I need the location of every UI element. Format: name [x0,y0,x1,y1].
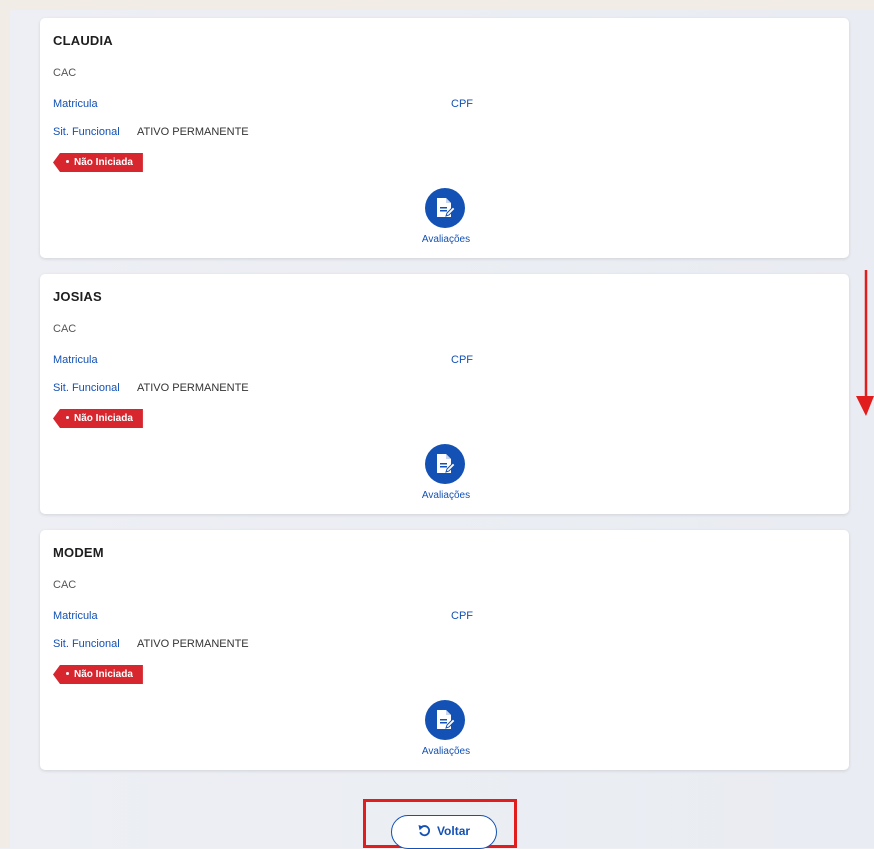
sit-funcional-label: Sit. Funcional [53,382,120,394]
avaliacoes-icon-circle [425,188,465,228]
status-dot [66,671,69,675]
employee-card: CLAUDIA CAC Matricula CPF Sit. Funcional… [40,18,849,258]
status-text: Não Iniciada [74,413,133,424]
avaliacoes-icon-circle [425,700,465,740]
top-band [0,0,874,10]
status-badge: Não Iniciada [53,665,143,684]
avaliacoes-button[interactable]: Avaliações [406,444,486,506]
employee-unit: CAC [53,579,77,591]
employee-name: JOSIAS [53,289,102,304]
sit-funcional-label: Sit. Funcional [53,126,120,138]
status-dot [66,159,69,163]
document-edit-icon [437,710,455,729]
sit-funcional-value: ATIVO PERMANENTE [137,638,249,650]
avaliacoes-label: Avaliações [421,234,471,245]
cpf-label: CPF [451,98,473,110]
sit-funcional-value: ATIVO PERMANENTE [137,382,249,394]
document-edit-icon [437,198,455,217]
status-text: Não Iniciada [74,669,133,680]
avaliacoes-button[interactable]: Avaliações [406,700,486,762]
matricula-label: Matricula [53,610,98,622]
sit-funcional-label: Sit. Funcional [53,638,120,650]
employee-card: MODEM CAC Matricula CPF Sit. Funcional A… [40,530,849,770]
employee-name: CLAUDIA [53,33,113,48]
matricula-label: Matricula [53,354,98,366]
voltar-button[interactable]: Voltar [391,815,497,849]
cpf-label: CPF [451,610,473,622]
scroll-down-arrow-annotation [856,270,874,416]
status-badge: Não Iniciada [53,153,143,172]
sit-funcional-value: ATIVO PERMANENTE [137,126,249,138]
matricula-label: Matricula [53,98,98,110]
employee-card: JOSIAS CAC Matricula CPF Sit. Funcional … [40,274,849,514]
cpf-label: CPF [451,354,473,366]
status-dot [66,415,69,419]
document-edit-icon [437,454,455,473]
status-text: Não Iniciada [74,157,133,168]
employee-unit: CAC [53,323,77,335]
employee-unit: CAC [53,67,77,79]
voltar-label: Voltar [436,824,471,838]
avaliacoes-icon-circle [425,444,465,484]
avaliacoes-label: Avaliações [421,746,471,757]
avaliacoes-button[interactable]: Avaliações [406,188,486,250]
undo-icon [418,825,430,837]
avaliacoes-label: Avaliações [421,490,471,501]
status-badge: Não Iniciada [53,409,143,428]
employee-name: MODEM [53,545,104,560]
